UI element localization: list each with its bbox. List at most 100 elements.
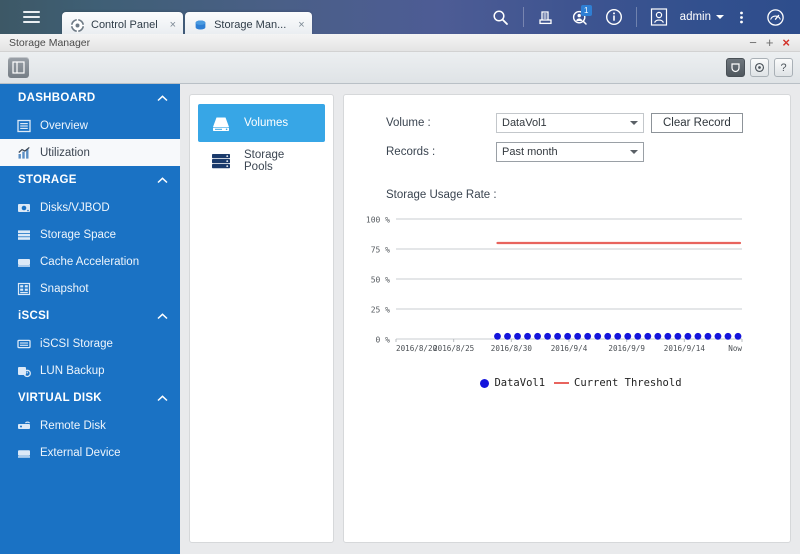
nav-group-label: DASHBOARD	[18, 92, 96, 104]
sidebar-item-label: Utilization	[40, 146, 90, 159]
records-select[interactable]: Past month	[496, 142, 644, 162]
tab-close-icon[interactable]: ×	[292, 19, 304, 31]
sidebar-item-lun-backup[interactable]: LUN Backup	[0, 357, 180, 384]
data-point	[644, 332, 652, 340]
header-tools: 1 admin	[484, 0, 800, 34]
sidebar-item-label: LUN Backup	[40, 364, 105, 377]
user-avatar-icon[interactable]	[642, 0, 676, 34]
data-point	[494, 332, 501, 340]
sidebar-item-overview[interactable]: Overview	[0, 112, 180, 139]
more-vertical-icon[interactable]	[724, 0, 758, 34]
lun-backup-icon	[18, 366, 31, 377]
main-content: Volumes Storage Pools Volume: DataVol1 …	[180, 84, 800, 554]
sidebar-item-snapshot[interactable]: Snapshot	[0, 275, 180, 302]
data-point	[524, 332, 531, 340]
y-axis-tick-label: 50 %	[371, 276, 390, 285]
settings-gear-icon[interactable]	[750, 58, 769, 77]
panel-glyph	[12, 61, 25, 74]
notes-icon[interactable]	[529, 0, 563, 34]
chevron-down-icon	[630, 121, 638, 125]
y-axis-tick-label: 25 %	[371, 306, 390, 315]
username-label[interactable]: admin	[676, 11, 714, 23]
sidebar-item-external-device[interactable]: External Device	[0, 439, 180, 466]
data-point	[624, 332, 632, 340]
x-axis-tick-label: 2016/9/14	[664, 344, 706, 353]
search-icon[interactable]	[484, 0, 518, 34]
header-divider	[635, 7, 637, 27]
list-item-storage-pools[interactable]: Storage Pools	[198, 142, 325, 180]
navigation-sidebar: DASHBOARD Overview Utilization STORAGE D…	[0, 84, 180, 554]
notification-badge: 1	[580, 5, 592, 16]
clear-record-button[interactable]: Clear Record	[651, 113, 743, 133]
chevron-up-icon[interactable]	[157, 94, 168, 102]
sidebar-item-iscsi-storage[interactable]: iSCSI Storage	[0, 330, 180, 357]
storage-pool-icon	[212, 154, 230, 169]
maximize-button[interactable]: +	[766, 36, 774, 49]
x-axis-tick-label: 2016/8/30	[491, 344, 533, 353]
sidebar-item-cache-acceleration[interactable]: Cache Acceleration	[0, 248, 180, 275]
chevron-up-icon[interactable]	[157, 176, 168, 184]
sidebar-item-remote-disk[interactable]: Remote Disk	[0, 412, 180, 439]
data-point	[694, 332, 702, 340]
data-point	[584, 332, 592, 340]
hamburger-bar	[22, 21, 40, 23]
notes-glyph	[539, 10, 552, 24]
legend-dot-marker	[480, 378, 490, 388]
more-glyph	[739, 11, 743, 23]
data-point	[674, 332, 682, 340]
data-point	[564, 332, 572, 340]
list-item-volumes[interactable]: Volumes	[198, 104, 325, 142]
panel-toggle-icon[interactable]	[8, 57, 29, 78]
dashboard-gauge-icon[interactable]	[758, 0, 792, 34]
hamburger-icon[interactable]	[14, 0, 48, 34]
volume-label: Volume :	[386, 117, 431, 129]
sidebar-item-label: Overview	[40, 119, 88, 132]
nav-group-iscsi[interactable]: iSCSI	[0, 302, 180, 330]
data-point	[614, 332, 622, 340]
snapshot-icon	[17, 282, 31, 295]
legend-line-marker	[554, 381, 570, 385]
nav-group-storage[interactable]: STORAGE	[0, 166, 180, 194]
tab-strip: Control Panel × Storage Man... ×	[62, 0, 312, 38]
info-icon[interactable]	[597, 0, 631, 34]
nav-group-label: VIRTUAL DISK	[18, 392, 102, 404]
legend-label: DataVol1	[494, 377, 546, 389]
storage-usage-chart: 100 % 75 % 50 % 25 % 0 % 2016/8/20 2016/8/25 20…	[344, 207, 790, 372]
external-device-icon	[18, 449, 30, 458]
sidebar-item-utilization[interactable]: Utilization	[0, 139, 180, 166]
data-point	[574, 332, 582, 340]
nav-group-virtual-disk[interactable]: VIRTUAL DISK	[0, 384, 180, 412]
iscsi-storage-icon	[17, 339, 31, 348]
info-glyph	[605, 8, 622, 26]
close-button[interactable]: ×	[782, 36, 790, 49]
help-icon[interactable]: ?	[774, 58, 793, 77]
sidebar-item-disks-vjbod[interactable]: Disks/VJBOD	[0, 194, 180, 221]
app-body: DASHBOARD Overview Utilization STORAGE D…	[0, 84, 800, 554]
wizard-icon[interactable]	[726, 58, 745, 77]
notifications-icon[interactable]: 1	[563, 0, 597, 34]
chart-legend: DataVol1 Current Threshold	[372, 377, 790, 389]
chevron-up-icon[interactable]	[157, 312, 168, 320]
chevron-up-icon[interactable]	[157, 394, 168, 402]
data-point	[704, 332, 712, 340]
data-point	[514, 332, 521, 340]
sidebar-item-storage-space[interactable]: Storage Space	[0, 221, 180, 248]
chart-canvas: 100 % 75 % 50 % 25 % 0 % 2016/8/202016/8/25 20…	[366, 216, 743, 353]
volume-row: Volume : DataVol1 Clear Record	[386, 113, 790, 133]
tab-close-icon[interactable]: ×	[164, 19, 176, 31]
sidebar-item-label: iSCSI Storage	[40, 337, 113, 350]
remote-disk-icon	[18, 421, 31, 429]
utilization-chart-icon	[18, 146, 30, 159]
data-point	[604, 332, 612, 340]
tab-label: Control Panel	[91, 19, 158, 31]
toolbar-right-buttons: ?	[726, 58, 793, 77]
volume-select[interactable]: DataVol1	[496, 113, 644, 133]
chevron-down-icon[interactable]	[716, 15, 724, 19]
minimize-button[interactable]: −	[749, 36, 757, 49]
x-axis-tick-label: 2016/8/25	[433, 344, 474, 353]
gauge-glyph	[766, 8, 784, 26]
sidebar-item-label: Cache Acceleration	[40, 255, 140, 268]
utilization-panel: Volume : DataVol1 Clear Record Records :…	[343, 94, 791, 543]
data-point	[554, 332, 562, 340]
nav-group-dashboard[interactable]: DASHBOARD	[0, 84, 180, 112]
